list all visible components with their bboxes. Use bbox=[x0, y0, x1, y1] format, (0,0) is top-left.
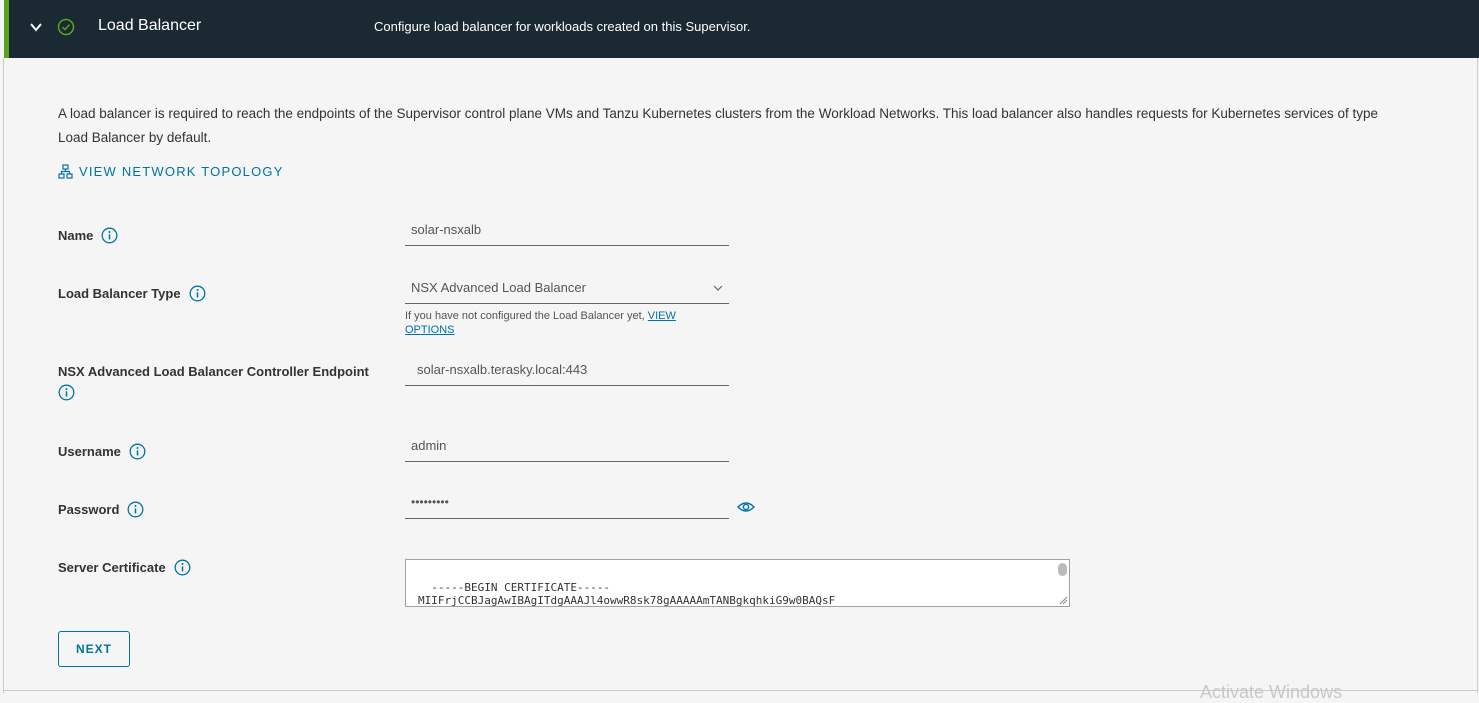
username-label-text: Username bbox=[58, 444, 121, 459]
info-icon[interactable] bbox=[127, 501, 144, 518]
chevron-down-icon[interactable] bbox=[29, 20, 43, 34]
scrollbar-thumb[interactable] bbox=[1058, 563, 1067, 576]
password-input[interactable]: ••••••••• bbox=[405, 491, 729, 519]
next-button[interactable]: NEXT bbox=[58, 631, 130, 667]
frame-border-left bbox=[3, 58, 4, 693]
resize-grip-icon[interactable] bbox=[1058, 595, 1068, 605]
endpoint-label: NSX Advanced Load Balancer Controller En… bbox=[58, 362, 388, 401]
endpoint-input[interactable]: solar-nsxalb.terasky.local:443 bbox=[405, 358, 729, 386]
section-title: Load Balancer bbox=[98, 17, 202, 34]
name-label: Name bbox=[58, 227, 118, 244]
lb-type-helper-text: If you have not configured the Load Bala… bbox=[405, 310, 645, 322]
username-input[interactable]: admin bbox=[405, 434, 729, 462]
intro-text: A load balancer is required to reach the… bbox=[58, 106, 1378, 145]
info-icon[interactable] bbox=[174, 559, 191, 576]
lb-type-label-text: Load Balancer Type bbox=[58, 286, 181, 301]
endpoint-label-text: NSX Advanced Load Balancer Controller En… bbox=[58, 364, 369, 379]
lb-type-selected-value: NSX Advanced Load Balancer bbox=[411, 280, 586, 295]
check-circle-icon bbox=[57, 18, 75, 36]
view-network-topology-link[interactable]: VIEW NETWORK TOPOLOGY bbox=[58, 164, 284, 179]
password-label: Password bbox=[58, 501, 144, 518]
network-topology-icon bbox=[58, 164, 73, 179]
certificate-label: Server Certificate bbox=[58, 559, 191, 576]
load-balancer-section-header[interactable]: Load Balancer Configure load balancer fo… bbox=[4, 0, 1479, 58]
info-icon[interactable] bbox=[101, 227, 118, 244]
certificate-textarea[interactable]: -----BEGIN CERTIFICATE----- MIIFrjCCBJag… bbox=[405, 559, 1070, 607]
eye-icon[interactable] bbox=[737, 499, 755, 515]
chevron-down-icon bbox=[713, 285, 723, 291]
password-label-text: Password bbox=[58, 502, 120, 517]
info-icon[interactable] bbox=[58, 384, 75, 401]
section-description: Configure load balancer for workloads cr… bbox=[374, 19, 751, 34]
lb-type-helper: If you have not configured the Load Bala… bbox=[405, 309, 725, 337]
info-icon[interactable] bbox=[189, 285, 206, 302]
info-icon[interactable] bbox=[129, 443, 146, 460]
name-label-text: Name bbox=[58, 228, 94, 243]
view-network-topology-label: VIEW NETWORK TOPOLOGY bbox=[79, 164, 284, 179]
certificate-text: -----BEGIN CERTIFICATE----- MIIFrjCCBJag… bbox=[418, 581, 836, 607]
lb-type-select[interactable]: NSX Advanced Load Balancer bbox=[405, 276, 729, 304]
name-input[interactable]: solar-nsxalb bbox=[405, 218, 729, 246]
username-label: Username bbox=[58, 443, 146, 460]
lb-type-label: Load Balancer Type bbox=[58, 285, 206, 302]
certificate-label-text: Server Certificate bbox=[58, 560, 166, 575]
frame-border-right bbox=[1477, 58, 1478, 693]
